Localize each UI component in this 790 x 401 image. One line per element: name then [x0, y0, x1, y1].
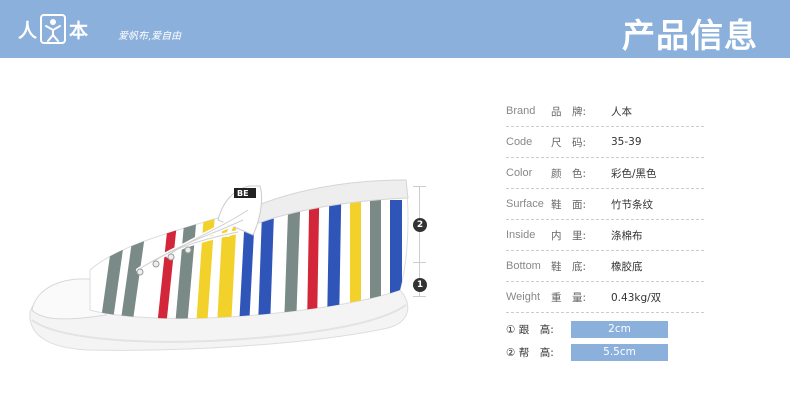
spec-value: 竹节条纹 — [611, 198, 653, 211]
dimension-tick-bottom — [413, 296, 426, 297]
spec-value: 彩色/黑色 — [611, 167, 657, 180]
spec-en-label: Weight — [506, 291, 541, 303]
page-title: 产品信息 — [622, 16, 758, 55]
upper-height-label: ② 帮 高: — [506, 347, 554, 359]
spec-value: 橡胶底 — [611, 260, 643, 273]
spec-en-label: Bottom — [506, 260, 541, 272]
heel-height-row: ① 跟 高: 2cm — [506, 321, 668, 338]
heel-height-value: 2cm — [571, 321, 668, 338]
brand-logo[interactable]: 人 本 — [18, 14, 88, 44]
dimension-tick-mid — [413, 262, 426, 263]
spec-value: 0.43kg/双 — [611, 291, 662, 304]
upper-height-marker: 2 — [413, 218, 427, 232]
spec-row-inside: Inside 内 里: 涤棉布 — [506, 220, 704, 251]
spec-cn-label: 鞋 底: — [551, 260, 587, 273]
tongue-label: BE — [237, 189, 249, 198]
header-banner: 人 本 爱帆布,爱自由 产品信息 — [0, 0, 790, 58]
spec-value: 人本 — [611, 105, 632, 118]
spec-en-label: Surface — [506, 198, 544, 210]
spec-en-label: Color — [506, 167, 533, 179]
heel-height-label: ① 跟 高: — [506, 324, 554, 336]
upper-height-value: 5.5cm — [571, 344, 668, 361]
shoe-image: BE — [29, 179, 409, 351]
spec-cn-label: 品 牌: — [551, 105, 587, 118]
spec-cn-label: 颜 色: — [551, 167, 587, 180]
spec-table: Brand 品 牌: 人本 Code 尺 码: 35-39 Color 颜 色:… — [506, 96, 704, 313]
heel-height-marker: 1 — [413, 278, 427, 292]
spec-en-label: Brand — [506, 105, 536, 117]
spec-cn-label: 内 里: — [551, 229, 587, 242]
spec-en-label: Code — [506, 136, 533, 148]
logo-char-right: 本 — [69, 19, 89, 42]
spec-cn-label: 鞋 面: — [551, 198, 587, 211]
spec-row-color: Color 颜 色: 彩色/黑色 — [506, 158, 704, 189]
spec-row-surface: Surface 鞋 面: 竹节条纹 — [506, 189, 704, 220]
logo-char-left: 人 — [18, 19, 38, 42]
spec-value: 35-39 — [611, 136, 642, 148]
spec-en-label: Inside — [506, 229, 536, 241]
spec-value: 涤棉布 — [611, 229, 643, 242]
spec-row-brand: Brand 品 牌: 人本 — [506, 96, 704, 127]
spec-cn-label: 尺 码: — [551, 136, 587, 149]
dimension-tick-top — [413, 186, 426, 187]
upper-height-row: ② 帮 高: 5.5cm — [506, 344, 668, 361]
spec-cn-label: 重 量: — [551, 291, 587, 304]
spec-row-code: Code 尺 码: 35-39 — [506, 127, 704, 158]
person-logo-icon — [40, 14, 67, 44]
spec-row-weight: Weight 重 量: 0.43kg/双 — [506, 282, 704, 313]
spec-row-bottom: Bottom 鞋 底: 橡胶底 — [506, 251, 704, 282]
slogan: 爱帆布,爱自由 — [118, 31, 182, 42]
